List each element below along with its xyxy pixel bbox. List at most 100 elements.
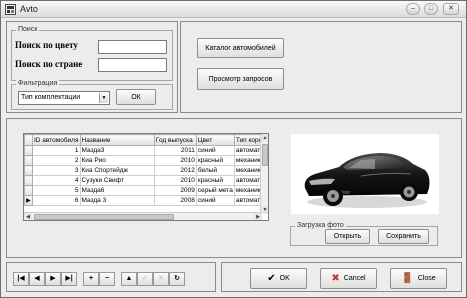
nav-first-button[interactable]: |◀: [13, 272, 29, 286]
table-row[interactable]: 4 Сузуки Свифт 2010 красный автомат: [24, 175, 268, 186]
nav-next-button[interactable]: ▶: [45, 272, 61, 286]
nav-edit-button[interactable]: ▲: [121, 272, 137, 286]
search-by-color-input[interactable]: [98, 40, 167, 54]
search-by-color-label: Поиск по цвету: [15, 40, 78, 50]
cell-color[interactable]: красный: [195, 175, 235, 186]
filter-select[interactable]: Тип комплектации ▼: [18, 91, 110, 105]
cell-id[interactable]: 3: [31, 165, 81, 176]
row-indicator[interactable]: [24, 155, 33, 166]
cell-name[interactable]: Киа Спортейдж: [79, 165, 155, 176]
scroll-left-icon[interactable]: ◀: [24, 213, 32, 220]
cell-year[interactable]: 2011: [153, 145, 197, 156]
row-indicator-header: [24, 134, 33, 146]
nav-cancel-button[interactable]: ✕: [153, 272, 169, 286]
scroll-right-icon[interactable]: ▶: [254, 213, 262, 220]
cancel-button[interactable]: ✖ Cancel: [320, 268, 377, 289]
cars-grid[interactable]: ID автомобиля Название Год выпуска Цвет …: [23, 133, 269, 221]
column-header-color[interactable]: Цвет: [195, 134, 235, 146]
search-group: Поиск Поиск по цвету Поиск по стране: [11, 26, 173, 81]
column-header-year[interactable]: Год выпуска: [153, 134, 197, 146]
cell-id[interactable]: 1: [31, 145, 81, 156]
cell-name[interactable]: Сузуки Свифт: [79, 175, 155, 186]
save-photo-button[interactable]: Сохранить: [378, 229, 429, 244]
view-queries-button[interactable]: Просмотр запросов: [197, 68, 284, 90]
close-button-label: Close: [417, 275, 436, 282]
cell-id[interactable]: 5: [31, 185, 81, 196]
nav-refresh-button[interactable]: ↻: [169, 272, 185, 286]
cell-year[interactable]: 2010: [153, 155, 197, 166]
filter-selected-value: Тип комплектации: [21, 94, 81, 101]
open-photo-button[interactable]: Открыть: [325, 229, 370, 244]
cell-id[interactable]: 4: [31, 175, 81, 186]
window-title: Avto: [20, 4, 38, 14]
table-row[interactable]: ▶ 6 Мазда 3 2008 синий автомат: [24, 195, 268, 206]
car-photo: [291, 134, 439, 214]
cell-id[interactable]: 2: [31, 155, 81, 166]
search-by-country-label: Поиск по стране: [15, 59, 83, 69]
row-indicator[interactable]: [24, 145, 33, 156]
row-indicator[interactable]: [24, 165, 33, 176]
maximize-button[interactable]: □: [424, 3, 438, 15]
table-row[interactable]: 1 Мазда3 2011 синий автомат: [24, 145, 268, 156]
cell-color[interactable]: красный: [195, 155, 235, 166]
cell-year[interactable]: 2009: [153, 185, 197, 196]
column-header-name[interactable]: Название: [79, 134, 155, 146]
photo-load-group-title: Загрузка фото: [295, 222, 346, 229]
filter-group-title: Фильтрация: [16, 80, 60, 87]
cell-name[interactable]: Мазда3: [79, 145, 155, 156]
cell-name[interactable]: Мазда6: [79, 185, 155, 196]
search-group-title: Поиск: [16, 26, 40, 33]
nav-post-button[interactable]: ✓: [137, 272, 153, 286]
db-navigator: |◀ ◀ ▶ ▶| + − ▲ ✓ ✕ ↻: [6, 262, 216, 292]
cell-year[interactable]: 2008: [153, 195, 197, 206]
cancel-x-icon: ✖: [331, 273, 340, 284]
column-header-id[interactable]: ID автомобиля: [31, 134, 81, 146]
cell-year[interactable]: 2012: [153, 165, 197, 176]
ok-button-label: OK: [279, 275, 290, 282]
table-row[interactable]: 2 Киа Рио 2010 красный механика: [24, 155, 268, 166]
chevron-down-icon[interactable]: ▼: [99, 93, 108, 103]
cell-color[interactable]: белый: [195, 165, 235, 176]
app-icon: [5, 4, 16, 15]
scroll-up-icon[interactable]: ▲: [261, 134, 268, 142]
vertical-scroll-thumb[interactable]: [262, 144, 268, 166]
cell-color[interactable]: серый мета: [195, 185, 235, 196]
row-indicator[interactable]: [24, 175, 33, 186]
row-indicator[interactable]: [24, 185, 33, 196]
ok-button[interactable]: ✔ OK: [250, 268, 307, 289]
filter-ok-button[interactable]: ОК: [116, 89, 156, 105]
cell-color[interactable]: синий: [195, 145, 235, 156]
minimize-button[interactable]: –: [406, 3, 420, 15]
cell-id[interactable]: 6: [31, 195, 81, 206]
table-row[interactable]: 5 Мазда6 2009 серый мета механика: [24, 185, 268, 196]
close-window-button[interactable]: ✕: [443, 3, 459, 15]
nav-delete-button[interactable]: −: [99, 272, 115, 286]
door-icon: 🚪: [401, 273, 414, 284]
cell-color[interactable]: синий: [195, 195, 235, 206]
car-catalog-button[interactable]: Каталог автомобилей: [197, 38, 284, 58]
actions-panel: Каталог автомобилей Просмотр запросов: [180, 21, 462, 113]
cell-name[interactable]: Киа Рио: [79, 155, 155, 166]
title-bar[interactable]: Avto – □ ✕: [1, 1, 466, 18]
cell-year[interactable]: 2010: [153, 175, 197, 186]
cancel-button-label: Cancel: [343, 275, 366, 282]
nav-prior-button[interactable]: ◀: [29, 272, 45, 286]
horizontal-scroll-thumb[interactable]: [34, 214, 174, 220]
cars-table: ID автомобиля Название Год выпуска Цвет …: [24, 134, 268, 206]
search-by-country-input[interactable]: [98, 58, 167, 72]
close-button[interactable]: 🚪 Close: [390, 268, 447, 289]
dialog-buttons-panel: ✔ OK ✖ Cancel 🚪 Close: [221, 262, 462, 292]
scroll-down-icon[interactable]: ▼: [261, 206, 268, 214]
grid-horizontal-scrollbar[interactable]: ◀ ▶: [24, 212, 262, 220]
table-row[interactable]: 3 Киа Спортейдж 2012 белый механика: [24, 165, 268, 176]
table-header-row: ID автомобиля Название Год выпуска Цвет …: [24, 134, 268, 146]
checkmark-icon: ✔: [267, 273, 276, 284]
search-filter-panel: Поиск Поиск по цвету Поиск по стране Фил…: [6, 21, 178, 113]
filter-group: Фильтрация Тип комплектации ▼ ОК: [11, 80, 173, 110]
nav-last-button[interactable]: ▶|: [61, 272, 77, 286]
nav-insert-button[interactable]: +: [83, 272, 99, 286]
row-indicator[interactable]: ▶: [24, 195, 33, 206]
grid-vertical-scrollbar[interactable]: ▲ ▼: [260, 134, 268, 214]
app-window: Avto – □ ✕ Поиск Поиск по цвету Поиск по…: [0, 0, 467, 298]
cell-name[interactable]: Мазда 3: [79, 195, 155, 206]
